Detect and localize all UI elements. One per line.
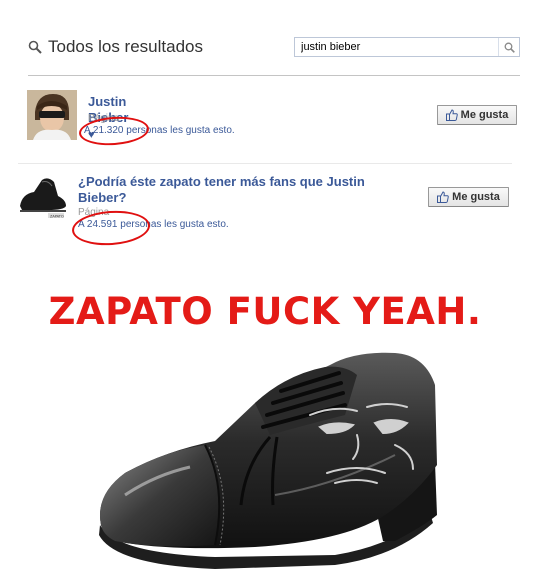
search-input[interactable] xyxy=(295,38,501,56)
svg-text:ZAPATO: ZAPATO xyxy=(50,215,64,219)
like-button-label: Me gusta xyxy=(460,109,509,121)
like-button-label: Me gusta xyxy=(452,191,500,203)
meme-caption: ZAPATO FUCK YEAH. xyxy=(48,290,482,333)
thumbs-up-icon xyxy=(437,191,449,203)
shoe-illustration xyxy=(99,352,437,569)
like-button[interactable]: Me gusta xyxy=(437,105,517,125)
result-divider xyxy=(18,163,512,164)
search-icon xyxy=(504,42,515,53)
thumbs-up-icon xyxy=(445,109,458,121)
magnifier-icon xyxy=(28,40,42,54)
header-divider xyxy=(28,75,520,76)
search-box[interactable] xyxy=(294,37,520,57)
result-title[interactable]: ¿Podría éste zapato tener más fans que J… xyxy=(78,174,408,206)
like-button[interactable]: Me gusta xyxy=(428,187,509,207)
search-heading-label: Todos los resultados xyxy=(48,37,203,56)
search-results-heading: Todos los resultados xyxy=(28,37,203,57)
search-button[interactable] xyxy=(498,38,519,56)
justin-bieber-avatar[interactable] xyxy=(27,90,77,140)
shoe-avatar[interactable]: ZAPATO xyxy=(18,172,68,220)
